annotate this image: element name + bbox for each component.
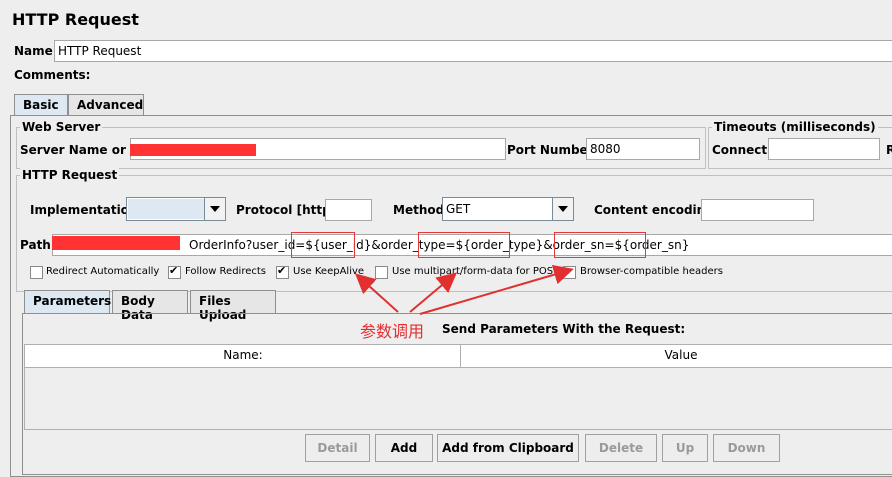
detail-button[interactable]: Detail (305, 434, 370, 462)
up-button[interactable]: Up (662, 434, 708, 462)
column-header-value[interactable]: Value (460, 344, 892, 368)
arrow-keepalive (355, 273, 399, 313)
column-header-name[interactable]: Name: (24, 344, 462, 368)
params-title: Send Parameters With the Request: (442, 322, 686, 336)
down-button[interactable]: Down (713, 434, 780, 462)
arrow-browser (419, 264, 574, 315)
annotation-text: 参数调用 (360, 322, 425, 341)
delete-button[interactable]: Delete (585, 434, 657, 462)
add-from-clipboard-button[interactable]: Add from Clipboard (437, 434, 579, 462)
add-button[interactable]: Add (375, 434, 433, 462)
